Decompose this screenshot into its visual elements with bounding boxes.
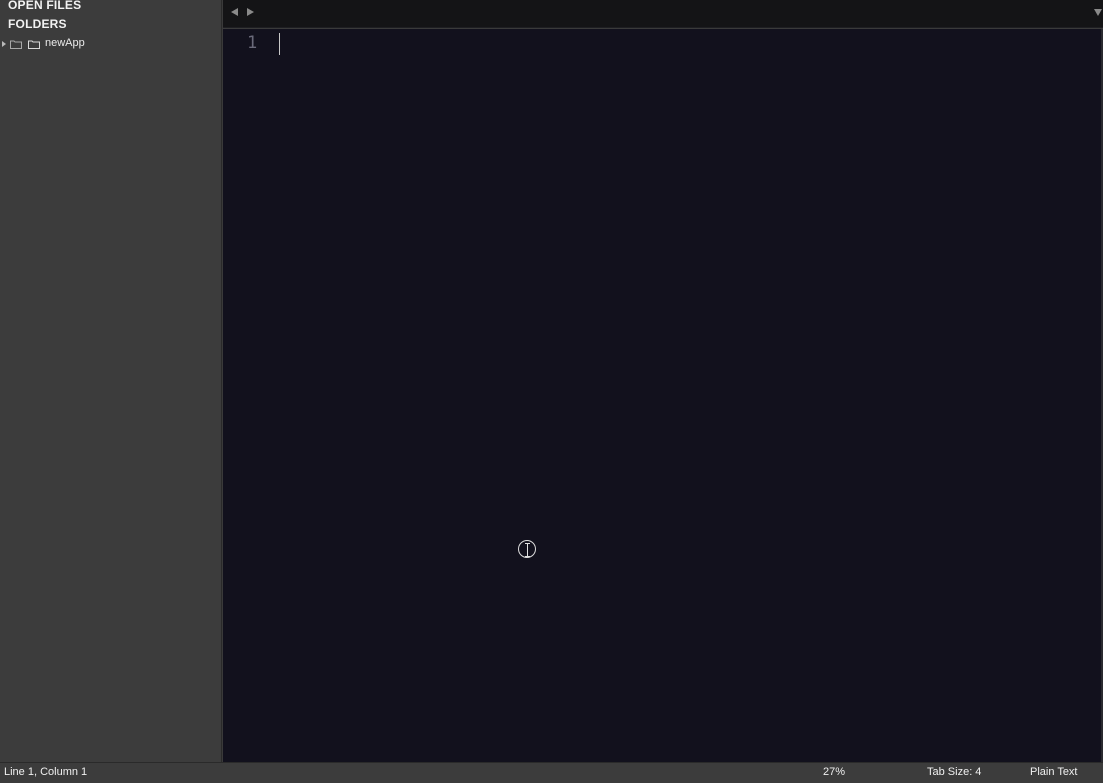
tab-size-selector[interactable]: Tab Size: 4 (927, 766, 981, 778)
chevron-left-icon[interactable] (231, 8, 238, 16)
text-input-area[interactable] (279, 29, 1103, 762)
syntax-selector[interactable]: Plain Text (1030, 766, 1078, 778)
cursor-position: Line 1, Column 1 (4, 766, 88, 778)
tab-bar (223, 0, 1103, 28)
disclosure-triangle-icon[interactable] (2, 41, 6, 47)
folder-icon (28, 40, 40, 49)
folders-heading[interactable]: FOLDERS (8, 17, 67, 31)
editor-area[interactable]: 1 (223, 29, 1103, 762)
status-bar: Line 1, Column 1 27% Tab Size: 4 Plain T… (0, 762, 1103, 783)
open-files-heading[interactable]: OPEN FILES (8, 0, 81, 12)
line-number: 1 (247, 33, 258, 53)
text-caret (279, 33, 280, 55)
sidebar: OPEN FILES FOLDERS newApp (0, 0, 222, 762)
folder-label[interactable]: newApp (45, 37, 85, 49)
chevron-down-icon[interactable] (1094, 9, 1102, 16)
zoom-level: 27% (823, 766, 846, 778)
ibeam-cursor-icon (525, 543, 530, 557)
editor-window: OPEN FILES FOLDERS newApp 1 Line 1, Colu… (0, 0, 1103, 783)
chevron-right-icon[interactable] (247, 8, 254, 16)
folder-outline-icon (10, 40, 22, 49)
line-gutter: 1 (223, 29, 273, 762)
sidebar-item-newapp[interactable]: newApp (0, 37, 222, 52)
